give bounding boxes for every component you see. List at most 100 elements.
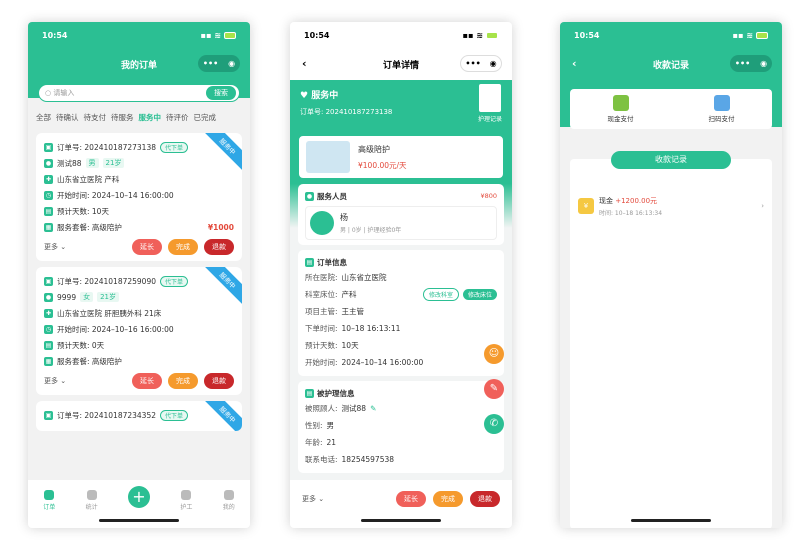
capsule-menu[interactable]: ••• ◉ (460, 55, 502, 72)
order-card[interactable]: 服务中 ▣ 订单号: 202410187234352 代下单 (36, 401, 242, 431)
orders-icon (44, 490, 55, 500)
refund-button[interactable]: 退款 (204, 373, 234, 389)
capsule-menu[interactable]: ••• ◉ (198, 55, 240, 72)
page-title: 订单详情 (382, 60, 419, 71)
phone-icon[interactable]: ✆ (484, 414, 504, 434)
service-card[interactable]: 高级陪护 ¥100.00元/天 (298, 135, 504, 179)
note-icon[interactable]: ✎ (484, 379, 504, 399)
complete-button[interactable]: 完成 (433, 491, 463, 507)
chat-icon[interactable]: ☺ (484, 344, 504, 364)
user-icon (223, 490, 234, 500)
back-icon[interactable]: ‹ (572, 57, 577, 70)
patient-name: 测试88 (57, 158, 82, 168)
calendar-icon: ▤ (44, 206, 53, 216)
info-key: 联系电话: (305, 455, 338, 464)
car-icon: ▣ (44, 142, 53, 152)
chevron-down-icon: ⌄ (60, 377, 67, 385)
tab-to-pay[interactable]: 待支付 (84, 112, 107, 123)
capsule-menu[interactable]: ••• ◉ (730, 55, 772, 72)
tabbar-orders[interactable]: 订单 (43, 490, 55, 511)
page-title: 收款记录 (652, 60, 689, 71)
more-link[interactable]: 更多 ⌄ (302, 494, 324, 504)
battery-icon (756, 31, 768, 39)
tabbar-nurse[interactable]: 护工 (180, 490, 192, 511)
refund-button[interactable]: 退款 (470, 491, 500, 507)
records-title: 收款记录 (611, 151, 731, 169)
tab-to-confirm[interactable]: 待确认 (56, 112, 79, 123)
info-key: 预计天数: (305, 341, 338, 350)
staff-card[interactable]: 杨男 | 0岁 | 护理经验0年 (305, 206, 497, 240)
patient-title: 被护理信息 (317, 388, 355, 398)
edit-bed-button[interactable]: 修改床位 (462, 289, 497, 300)
edit-dept-button[interactable]: 修改科室 (422, 288, 459, 301)
more-dots-icon[interactable]: ••• (203, 59, 218, 68)
tabbar-add[interactable]: + (127, 486, 150, 508)
search-icon: ○ (45, 89, 52, 97)
info-value: 男 (326, 421, 335, 430)
search-input[interactable]: 请输入 (53, 88, 74, 98)
order-info-section: ▤ 订单信息 所在医院: 山东省立医院 科室床位: 产科 修改科室 修改床位 项目主管: 王… (298, 250, 504, 376)
chevron-right-icon: › (761, 202, 764, 210)
tab-to-serve[interactable]: 待服务 (111, 112, 134, 123)
plus-icon[interactable]: + (127, 486, 150, 508)
status-time: 10:54 (304, 30, 330, 40)
clipboard-icon (478, 84, 501, 112)
scan-label: 扫码支付 (708, 115, 735, 123)
close-circle-icon[interactable]: ◉ (760, 59, 767, 68)
order-no: 订单号: 202410187259090 (57, 276, 156, 286)
more-dots-icon[interactable]: ••• (465, 59, 480, 68)
person-icon: ● (44, 292, 53, 302)
calendar-icon: ▤ (44, 340, 53, 350)
grid-icon: ▦ (44, 356, 53, 366)
close-circle-icon[interactable]: ◉ (490, 59, 497, 68)
clock-icon: ◷ (44, 190, 53, 200)
info-key: 科室床位: (305, 290, 338, 299)
staff-name: 杨 (340, 213, 348, 222)
home-indicator (361, 519, 441, 522)
extend-button[interactable]: 延长 (132, 373, 162, 389)
extend-button[interactable]: 延长 (132, 239, 162, 255)
status-time: 10:54 (42, 30, 68, 40)
close-circle-icon[interactable]: ◉ (228, 59, 235, 68)
extend-button[interactable]: 延长 (396, 491, 426, 507)
record-item[interactable]: ¥ 现金 +1200.00元 时间: 10–18 16:13:34 › (578, 193, 764, 219)
more-link[interactable]: 更多 ⌄ (44, 242, 66, 252)
complete-button[interactable]: 完成 (168, 373, 198, 389)
staff-price: ¥800 (480, 192, 497, 200)
tab-all[interactable]: 全部 (36, 112, 51, 123)
tab-to-review[interactable]: 待评价 (166, 112, 189, 123)
tabbar-stats[interactable]: 统计 (86, 490, 98, 511)
complete-button[interactable]: 完成 (168, 239, 198, 255)
chevron-down-icon: ⌄ (318, 495, 325, 503)
coin-icon: ¥ (578, 198, 594, 214)
tabbar-label: 统计 (85, 504, 98, 511)
phone-order-detail: 10:54 ▪▪ ≋ ‹ 订单详情 ••• ◉ ♥ 服务中 订单号: 202410… (290, 22, 512, 528)
back-icon[interactable]: ‹ (302, 57, 307, 70)
more-link[interactable]: 更多 ⌄ (44, 376, 66, 386)
order-card[interactable]: 服务中 ▣ 订单号: 202410187259090 代下单 ● 9999 女 21岁 ✚… (36, 267, 242, 395)
home-indicator (99, 519, 179, 522)
order-no: 订单号: 202410187234352 (57, 410, 156, 420)
order-card[interactable]: 服务中 ▣ 订单号: 202410187273138 代下单 ● 测试88 男 21岁 ✚… (36, 133, 242, 261)
refund-button[interactable]: 退款 (204, 239, 234, 255)
info-key: 下单时间: (305, 324, 338, 333)
staff-avatar (310, 211, 334, 235)
info-value: 18254597538 (341, 455, 395, 464)
staff-section: ● 服务人员 ¥800 杨男 | 0岁 | 护理经验0年 (298, 184, 504, 245)
tab-in-service[interactable]: 服务中 (139, 112, 162, 123)
search-button[interactable]: 搜索 (206, 86, 236, 100)
proxy-tag: 代下单 (160, 141, 189, 153)
hospital: 山东省立医院 肝胆胰外科 21床 (57, 308, 162, 318)
tab-done[interactable]: 已完成 (194, 112, 217, 123)
tabbar-label: 订单 (43, 504, 56, 511)
qr-scan-icon (713, 95, 730, 111)
gender-tag: 男 (85, 158, 99, 168)
cash-pay-button[interactable]: 现金支付 (608, 95, 634, 123)
more-label: 更多 (302, 495, 316, 503)
edit-icon[interactable]: ✎ (370, 404, 376, 413)
more-dots-icon[interactable]: ••• (735, 59, 750, 68)
tabbar-me[interactable]: 我的 (223, 490, 235, 511)
care-record-link[interactable]: 护理记录 (478, 84, 502, 123)
scan-pay-button[interactable]: 扫码支付 (709, 95, 735, 123)
search-bar[interactable]: ○ 请输入 搜索 (38, 84, 240, 102)
